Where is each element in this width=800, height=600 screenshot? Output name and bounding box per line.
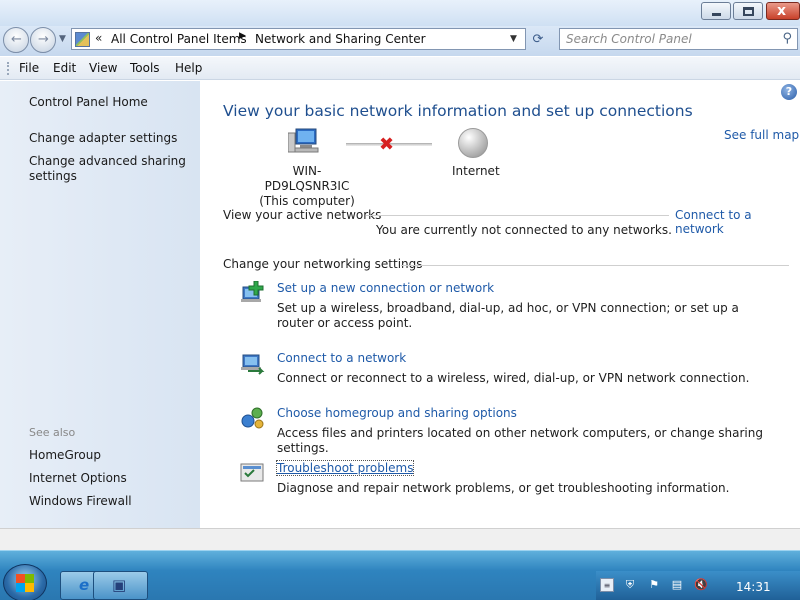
see-full-map-link[interactable]: See full map [724,128,799,142]
recent-pages-dropdown[interactable]: ▼ [59,34,66,44]
search-placeholder: Search Control Panel [566,32,692,46]
internet-options-link[interactable]: Internet Options [29,471,127,486]
setup-connection-description: Set up a wireless, broadband, dial-up, a… [277,301,739,330]
start-button[interactable] [3,564,47,600]
control-panel-icon [75,32,90,47]
clock[interactable]: 14:31 [736,580,771,594]
control-panel-home-link[interactable]: Control Panel Home [29,95,148,110]
menu-edit[interactable]: Edit [53,61,76,75]
maximize-icon [743,7,754,16]
setup-connection-link[interactable]: Set up a new connection or network [277,281,494,295]
computer-icon [288,128,319,153]
minimize-icon [712,13,721,16]
new-connection-icon [241,281,264,302]
back-button[interactable]: ← [3,27,29,53]
close-button[interactable]: x [766,2,800,20]
internet-explorer-icon: e [79,576,90,594]
computer-caption: (This computer) [259,194,355,208]
connect-to-network-description: Connect or reconnect to a wireless, wire… [277,371,750,385]
homegroup-sharing-description: Access files and printers located on oth… [277,426,763,455]
minimize-button[interactable] [701,2,731,20]
hidden-locations-chevron[interactable]: « [95,31,102,45]
menu-grip [7,62,9,75]
see-also-heading: See also [29,426,76,439]
control-panel-icon: ▣ [112,576,127,594]
maximize-button[interactable] [733,2,763,20]
page-title: View your basic network information and … [223,102,693,120]
change-settings-heading: Change your networking settings [223,257,423,271]
close-icon: x [777,3,787,19]
refresh-icon: ⟳ [532,32,544,47]
menu-file[interactable]: File [19,61,39,75]
section-divider [401,265,789,266]
security-shield-icon[interactable]: ⛨ [623,578,637,592]
menu-bar: File Edit View Tools Help [0,57,800,80]
window-bottom-border [0,528,800,550]
network-disconnected-icon[interactable]: ▤ [670,578,684,592]
breadcrumb-separator-icon[interactable]: ▶ [239,31,246,41]
address-dropdown-icon[interactable]: ▼ [510,34,517,44]
system-tray: ≡ ⛨ ⚑ ▤ 🔇 14:31 [596,571,800,600]
left-navigation-pane: Control Panel Home Change adapter settin… [0,81,200,528]
homegroup-sharing-link[interactable]: Choose homegroup and sharing options [277,406,517,420]
connect-network-icon [241,354,265,375]
troubleshoot-problems-description: Diagnose and repair network problems, or… [277,481,730,495]
forward-button[interactable]: → [30,27,56,53]
homegroup-icon [241,407,264,429]
connect-to-network-task-link[interactable]: Connect to a network [277,351,406,365]
homegroup-link[interactable]: HomeGroup [29,448,101,463]
navigation-bar: ← → ▼ « All Control Panel Items ▶ Networ… [0,26,800,56]
taskbar-control-panel[interactable]: ▣ [93,571,148,600]
window-title-bar[interactable]: x [0,0,800,26]
address-bar[interactable]: « All Control Panel Items ▶ Network and … [71,28,526,50]
not-connected-message: You are currently not connected to any n… [376,223,672,237]
main-content: ? View your basic network information an… [200,81,800,528]
internet-label: Internet [452,164,500,178]
active-networks-heading: View your active networks [223,208,382,222]
breadcrumb-network-and-sharing-center[interactable]: Network and Sharing Center [255,32,426,46]
taskbar: e ▣ ≡ ⛨ ⚑ ▤ 🔇 14:31 [0,550,800,600]
troubleshoot-problems-link[interactable]: Troubleshoot problems [275,460,415,476]
change-advanced-sharing-settings-link[interactable]: Change advanced sharing settings [29,154,194,184]
section-divider [366,215,669,216]
computer-name-text: WIN-PD9LQSNR3IC [264,164,350,193]
menu-view[interactable]: View [89,61,117,75]
menu-help[interactable]: Help [175,61,202,75]
back-arrow-icon: ← [11,32,22,47]
search-input[interactable]: Search Control Panel ⚲ [559,28,798,50]
action-center-flag-icon[interactable]: ⚑ [647,578,661,592]
windows-logo-icon [16,574,34,592]
disconnected-x-icon: ✖ [379,134,395,155]
internet-globe-icon [458,128,488,158]
change-adapter-settings-link[interactable]: Change adapter settings [29,131,177,146]
windows-firewall-link[interactable]: Windows Firewall [29,494,132,509]
computer-name: WIN-PD9LQSNR3IC (This computer) [255,164,359,209]
document-tray-icon[interactable]: ≡ [600,578,614,592]
volume-muted-icon[interactable]: 🔇 [694,578,708,592]
connect-to-a-network-link[interactable]: Connect to a network [675,208,800,236]
troubleshoot-icon [240,463,264,482]
search-icon[interactable]: ⚲ [782,31,792,46]
forward-arrow-icon: → [38,32,49,47]
refresh-button[interactable]: ⟳ [528,32,548,50]
menu-tools[interactable]: Tools [130,61,160,75]
breadcrumb-all-control-panel-items[interactable]: All Control Panel Items [111,32,247,46]
help-icon[interactable]: ? [781,84,797,100]
